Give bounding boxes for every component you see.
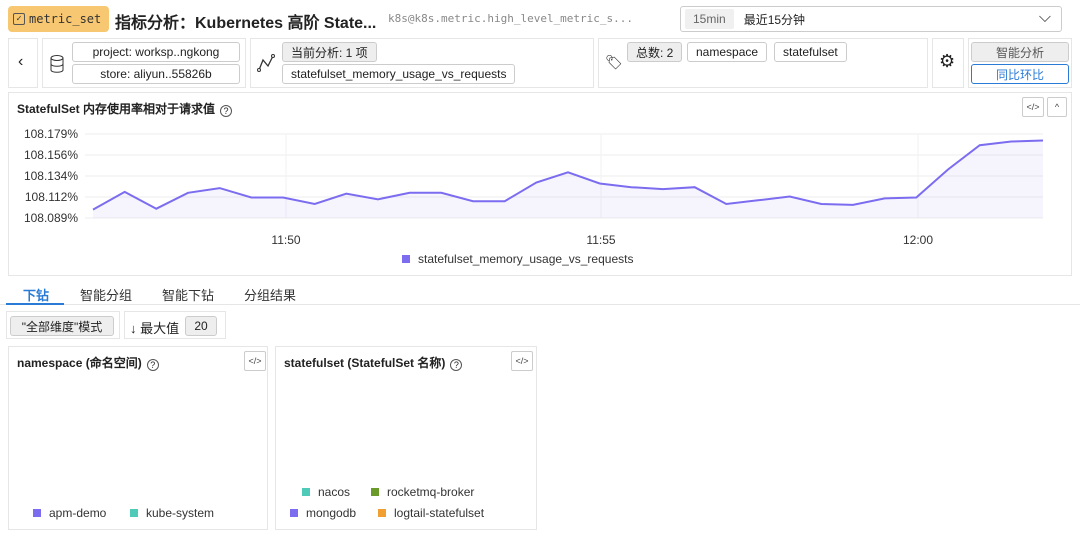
help-icon[interactable]: ? (146, 359, 159, 371)
legend-item-statefulset_memory_usage_vs_requests[interactable]: statefulset_memory_usage_vs_requests (402, 252, 633, 266)
legend-swatch (130, 509, 138, 517)
legend-swatch (302, 488, 310, 496)
mode-panel: "全部维度"模式 (6, 311, 120, 339)
all-dimensions-mode-button[interactable]: "全部维度"模式 (10, 316, 114, 336)
legend-label: mongodb (306, 506, 357, 520)
legend-label: nacos (318, 485, 351, 499)
code-view-button[interactable]: </> (511, 351, 533, 371)
y-tick-label: 108.134% (24, 169, 78, 183)
legend-item-rocketmq-broker[interactable]: rocketmq-broker (371, 485, 474, 499)
x-tick-label: 11:50 (271, 233, 300, 247)
legend-swatch (33, 509, 41, 517)
legend-item-mongodb[interactable]: mongodb (290, 506, 356, 520)
namespace-chart-title: namespace (命名空间) (17, 356, 142, 370)
legend-label: kube-system (146, 506, 215, 520)
tab-smart-group[interactable]: 智能分组 (80, 285, 132, 304)
y-tick-label: 108.179% (24, 127, 78, 141)
y-tick-label: 108.156% (24, 148, 78, 162)
tab-drilldown[interactable]: 下钻 (23, 285, 49, 304)
tab-group-result[interactable]: 分组结果 (244, 285, 296, 304)
legend-item-kube-system[interactable]: kube-system (130, 506, 214, 520)
statefulset-chart-title: statefulset (StatefulSet 名称) (284, 356, 446, 370)
legend-label: statefulset_memory_usage_vs_requests (418, 252, 634, 266)
y-tick-label: 108.089% (24, 211, 78, 225)
legend-label: apm-demo (49, 506, 107, 520)
code-view-button[interactable]: </> (244, 351, 266, 371)
y-tick-label: 108.112% (25, 190, 78, 204)
sort-max-label[interactable]: ↓ 最大值 (130, 318, 179, 337)
legend-label: logtail-statefulset (394, 506, 485, 520)
tabs-divider (0, 304, 1080, 305)
limit-input[interactable]: 20 (185, 316, 217, 336)
x-tick-label: 12:00 (903, 233, 933, 247)
sort-panel: ↓ 最大值 20 (124, 311, 226, 339)
tab-smart-drilldown[interactable]: 智能下钻 (162, 285, 214, 304)
legend-swatch (402, 255, 410, 263)
help-icon[interactable]: ? (450, 359, 463, 371)
statefulset-chart-card: statefulset (StatefulSet 名称)? </> (275, 346, 537, 530)
x-tick-label: 11:55 (586, 233, 615, 247)
legend-item-logtail-statefulset[interactable]: logtail-statefulset (378, 506, 484, 520)
legend-swatch (371, 488, 379, 496)
series-area-statefulset_memory_usage_vs_requests (93, 140, 1043, 218)
legend-item-nacos[interactable]: nacos (302, 485, 350, 499)
namespace-chart-card: namespace (命名空间)? </> (8, 346, 268, 530)
legend-swatch (378, 509, 386, 517)
legend-label: rocketmq-broker (387, 485, 475, 499)
legend-swatch (290, 509, 298, 517)
legend-item-apm-demo[interactable]: apm-demo (33, 506, 106, 520)
